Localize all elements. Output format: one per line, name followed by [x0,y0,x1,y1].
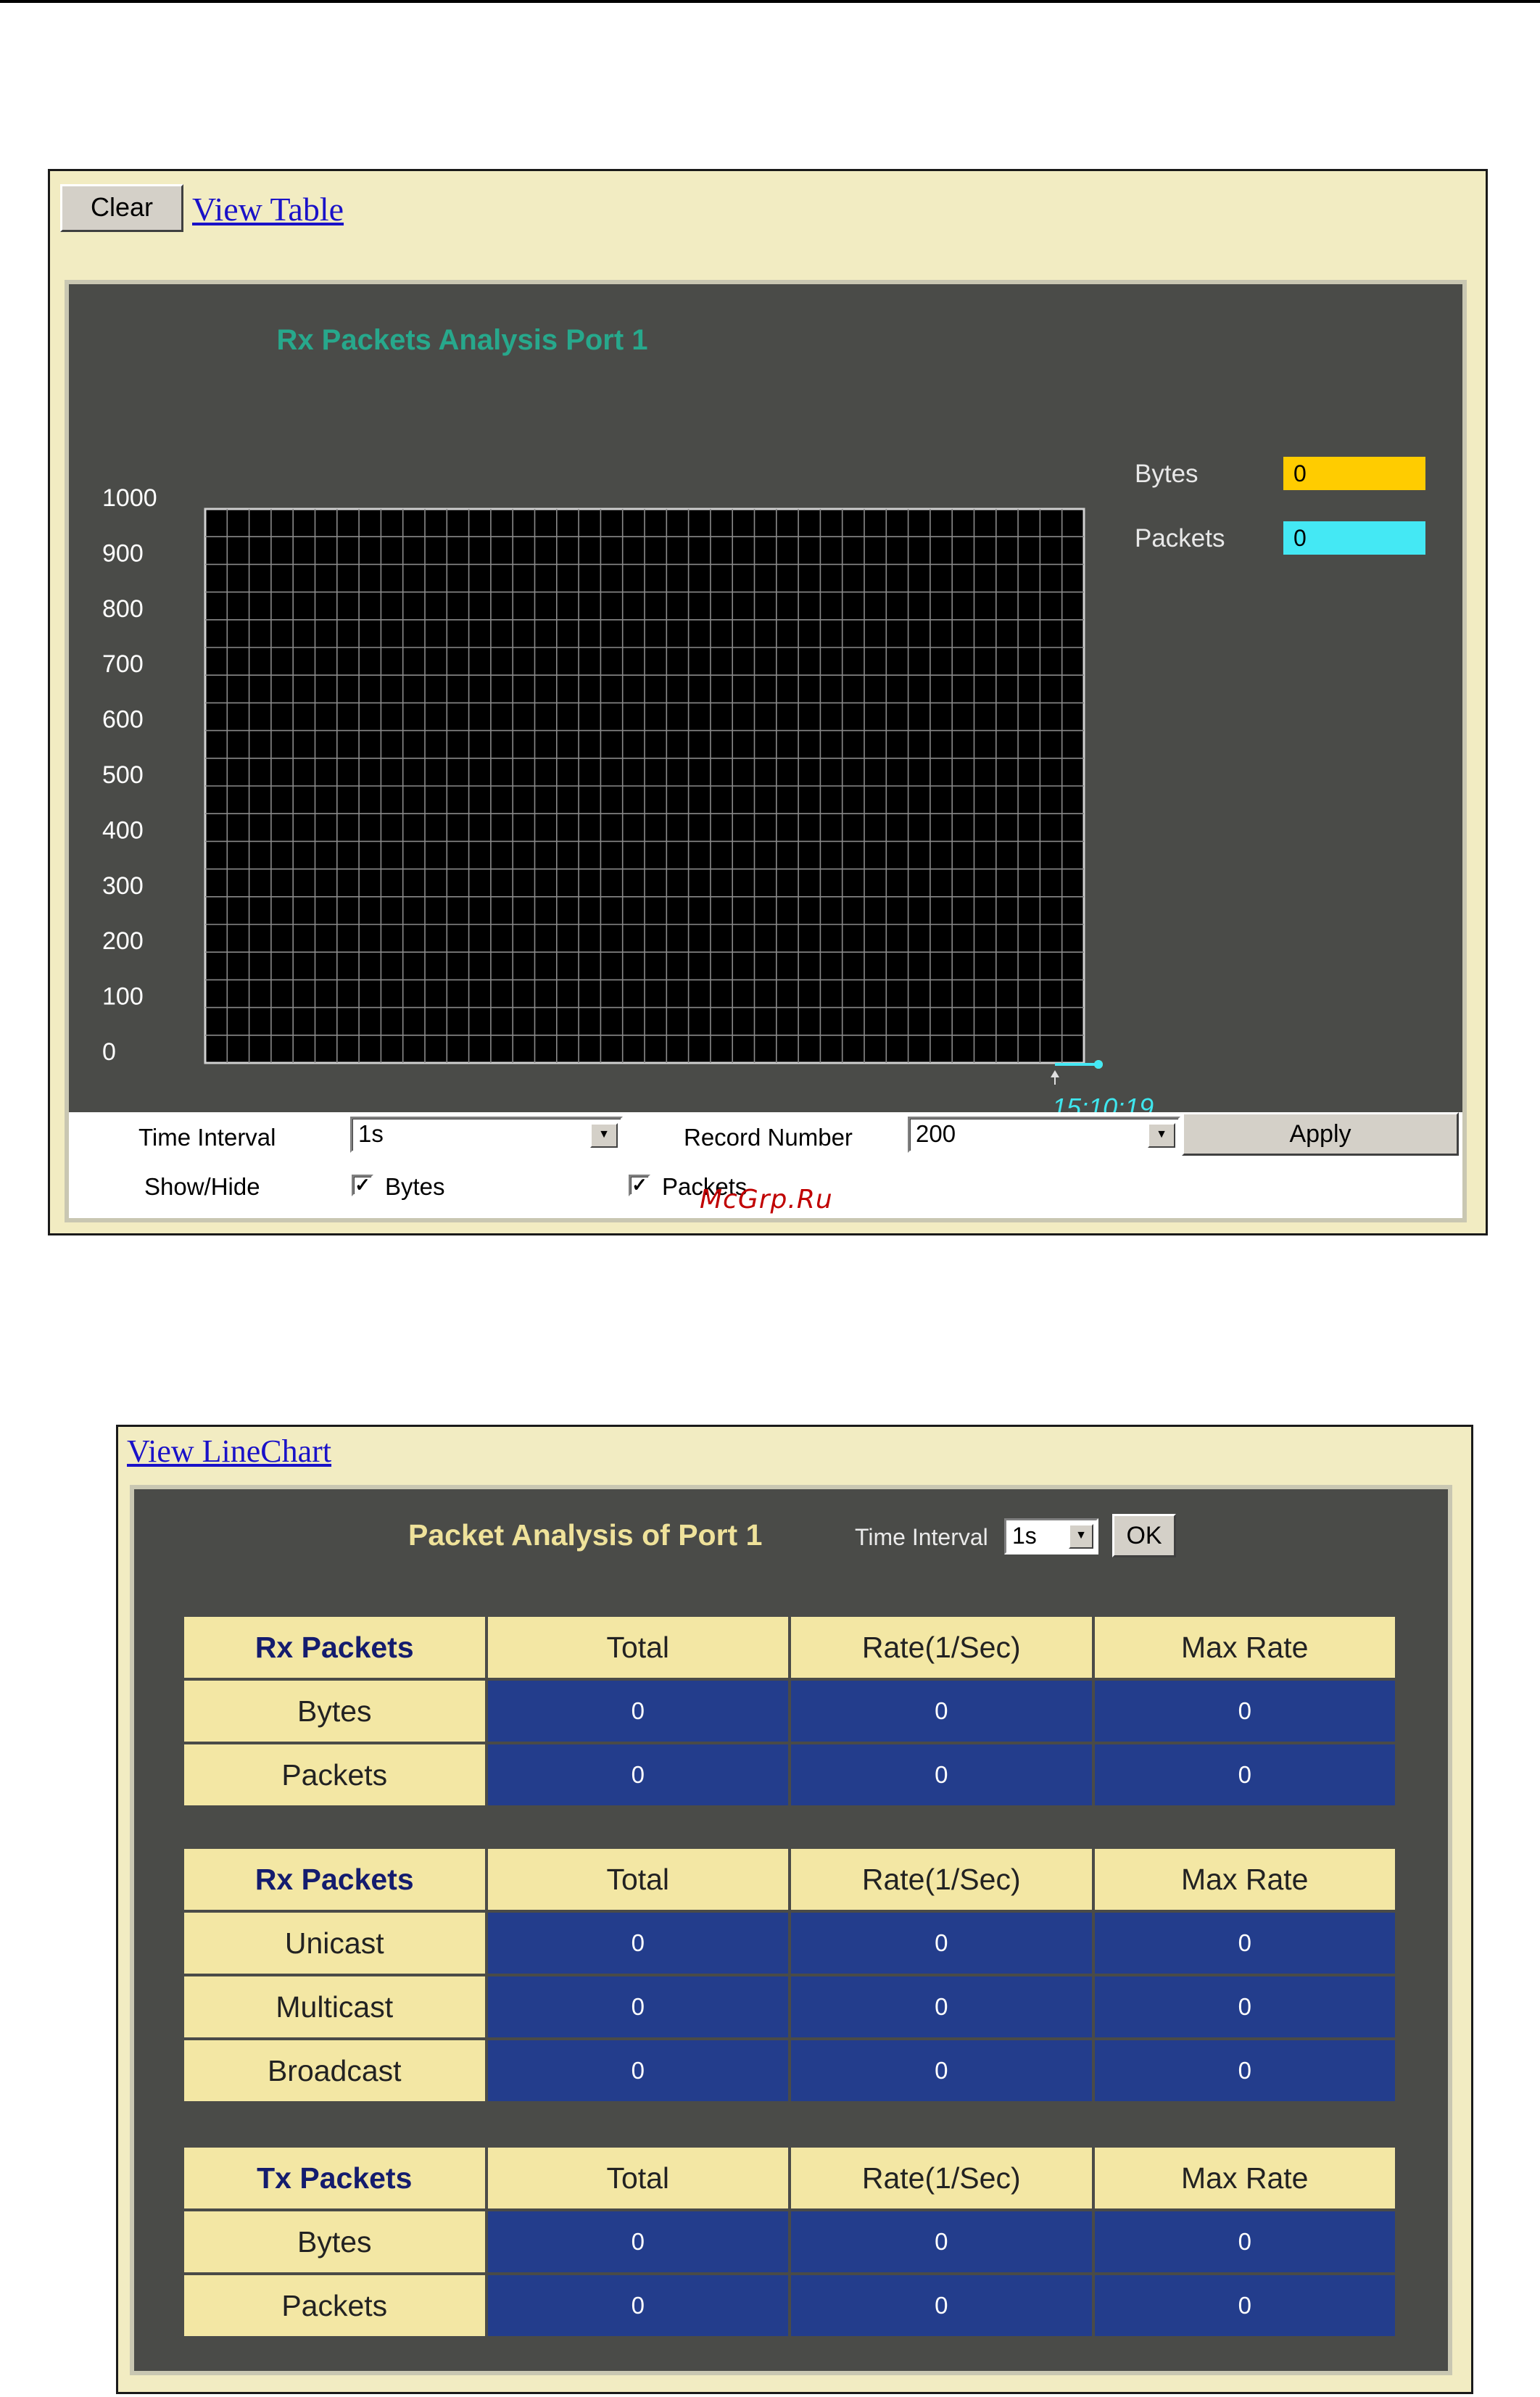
y-tick-label: 0 [102,1038,116,1066]
show-bytes-checkbox[interactable]: ✓ [352,1175,373,1196]
row-label: Packets [184,2275,485,2336]
row-label: Packets [184,1744,485,1805]
row-value: 0 [1094,2040,1395,2101]
row-value: 0 [791,2040,1092,2101]
y-tick-label: 300 [102,872,144,900]
row-label: Unicast [184,1913,485,1974]
table-column-header: Max Rate [1094,1849,1395,1910]
legend-packets-value: 0 [1283,521,1425,555]
stats-table: Tx Packets Total Rate(1/Sec) Max Rate Bytes 0… [181,2145,1398,2339]
row-value: 0 [487,1913,788,1974]
table-column-header: Rate(1/Sec) [791,1617,1092,1678]
watermark-text: McGrp.Ru [700,1185,833,1214]
table-header-row: Rx Packets Total Rate(1/Sec) Max Rate [184,1617,1395,1678]
table-title: Packet Analysis of Port 1 [408,1518,763,1552]
y-tick-label: 700 [102,650,144,678]
record-number-select[interactable]: 200 ▼ [908,1117,1180,1153]
ok-button[interactable]: OK [1112,1514,1176,1557]
table-column-header: Total [487,2148,788,2208]
row-value: 0 [1094,1681,1395,1742]
chart-frame: Rx Packets Analysis Port 1 1000 900 800 700… [65,280,1467,1222]
show-hide-label: Show/Hide [144,1173,260,1200]
table-header-row: Tx Packets Total Rate(1/Sec) Max Rate [184,2148,1395,2208]
row-value: 0 [1094,1913,1395,1974]
table-section-header: Rx Packets [184,1849,485,1910]
row-value: 0 [1094,2211,1395,2272]
row-value: 0 [791,1976,1092,2037]
table-row: Packets 0 0 0 [184,1744,1395,1805]
table-column-header: Max Rate [1094,1617,1395,1678]
record-number-label: Record Number [684,1124,853,1151]
time-interval-select[interactable]: 1s ▼ [350,1117,623,1153]
show-packets-checkbox[interactable]: ✓ [629,1175,650,1196]
table-row: Multicast 0 0 0 [184,1976,1395,2037]
row-value: 0 [1094,1744,1395,1805]
series-point-packets [1094,1060,1103,1069]
time-interval-value: 1s [358,1120,384,1147]
y-tick-label: 500 [102,761,144,789]
line-chart: 1000900800700600500400300200100015:10:19 [102,484,1154,1118]
legend-bytes-label: Bytes [1135,460,1199,488]
row-label: Bytes [184,1681,485,1742]
table-column-header: Rate(1/Sec) [791,2148,1092,2208]
table-column-header: Total [487,1617,788,1678]
clear-button[interactable]: Clear [60,184,183,232]
row-value: 0 [791,1681,1092,1742]
show-bytes-label: Bytes [385,1173,445,1200]
table-panel: View LineChart Packet Analysis of Port 1… [116,1425,1473,2394]
table-row: Broadcast 0 0 0 [184,2040,1395,2101]
linechart-panel: Clear View Table Rx Packets Analysis Por… [48,169,1488,1235]
page-top-rule [0,0,1540,3]
table-row: Bytes 0 0 0 [184,1681,1395,1742]
table-column-header: Rate(1/Sec) [791,1849,1092,1910]
stats-table: Rx Packets Total Rate(1/Sec) Max Rate Unicas… [181,1846,1398,2104]
row-value: 0 [487,1681,788,1742]
table-row: Bytes 0 0 0 [184,2211,1395,2272]
table-row: Packets 0 0 0 [184,2275,1395,2336]
row-label: Broadcast [184,2040,485,2101]
legend-packets-label: Packets [1135,524,1225,552]
y-tick-label: 400 [102,816,144,844]
row-value: 0 [1094,2275,1395,2336]
row-value: 0 [487,2211,788,2272]
row-value: 0 [487,1744,788,1805]
legend-bytes-value: 0 [1283,457,1425,490]
table-time-interval-select[interactable]: 1s ▼ [1004,1518,1098,1554]
y-tick-label: 800 [102,595,144,623]
apply-button[interactable]: Apply [1182,1112,1459,1156]
row-value: 0 [791,1744,1092,1805]
view-table-link[interactable]: View Table [192,190,344,228]
table-column-header: Total [487,1849,788,1910]
table-header-row: Rx Packets Total Rate(1/Sec) Max Rate [184,1849,1395,1910]
row-value: 0 [791,2275,1092,2336]
table-section-header: Rx Packets [184,1617,485,1678]
table-column-header: Max Rate [1094,2148,1395,2208]
row-value: 0 [487,2275,788,2336]
row-label: Bytes [184,2211,485,2272]
y-tick-label: 900 [102,539,144,567]
row-value: 0 [791,1913,1092,1974]
table-time-interval-value: 1s [1012,1523,1037,1549]
row-value: 0 [487,2040,788,2101]
row-value: 0 [791,2211,1092,2272]
time-interval-label: Time Interval [138,1124,276,1151]
y-tick-label: 1000 [102,484,157,512]
record-number-value: 200 [916,1120,956,1147]
view-linechart-link[interactable]: View LineChart [127,1433,331,1470]
table-time-interval-label: Time Interval [855,1524,988,1550]
chevron-down-icon[interactable]: ▼ [1069,1524,1093,1549]
y-tick-label: 100 [102,983,144,1011]
arrow-up-icon [1051,1070,1059,1077]
row-value: 0 [1094,1976,1395,2037]
chevron-down-icon[interactable]: ▼ [1148,1123,1175,1148]
row-label: Multicast [184,1976,485,2037]
chevron-down-icon[interactable]: ▼ [590,1123,618,1148]
stats-table: Rx Packets Total Rate(1/Sec) Max Rate Bytes 0… [181,1614,1398,1808]
y-tick-label: 200 [102,927,144,955]
y-tick-label: 600 [102,706,144,734]
row-value: 0 [487,1976,788,2037]
table-frame: Packet Analysis of Port 1 Time Interval … [130,1485,1452,2375]
table-row: Unicast 0 0 0 [184,1913,1395,1974]
table-section-header: Tx Packets [184,2148,485,2208]
